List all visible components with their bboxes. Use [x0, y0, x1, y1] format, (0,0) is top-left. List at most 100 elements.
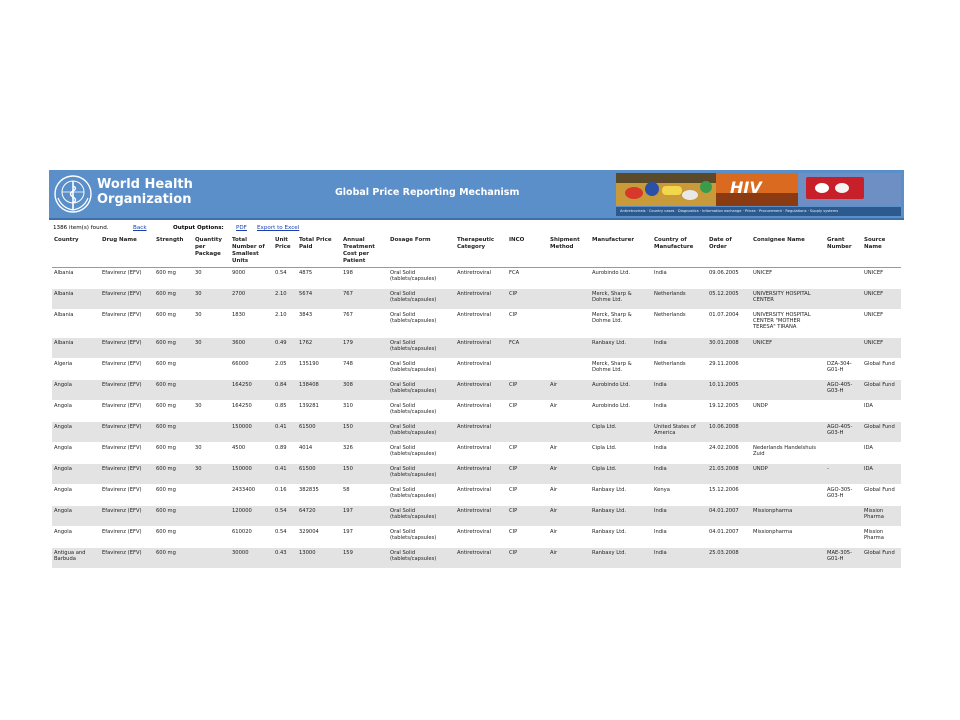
table-cell: CIP: [507, 463, 548, 485]
table-cell: Global Fund: [862, 421, 901, 443]
table-cell: Aurobindo Ltd.: [590, 400, 652, 422]
table-cell: UNICEF: [862, 267, 901, 289]
org-name: World Health Organization: [97, 177, 193, 207]
table-cell: Oral Solid (tablets/capsules): [388, 379, 455, 401]
table-cell: 120000: [230, 505, 273, 527]
table-cell: Antiretroviral: [455, 288, 507, 310]
table-cell: 0.43: [273, 547, 297, 569]
price-table: Country Drug Name Strength Quantity per …: [52, 236, 901, 569]
col-header: Dosage Form: [388, 236, 455, 268]
section-nav-strip[interactable]: Antiretrovirals · Country cases · Diagno…: [616, 207, 901, 216]
table-cell: Antiretroviral: [455, 505, 507, 527]
table-cell: 197: [341, 526, 388, 548]
table-cell: Antiretroviral: [455, 484, 507, 506]
table-header-row: Country Drug Name Strength Quantity per …: [52, 236, 901, 268]
table-cell: 5674: [297, 288, 341, 310]
who-emblem-icon[interactable]: [53, 174, 93, 214]
table-cell: 150: [341, 421, 388, 443]
table-cell: Kenya: [652, 484, 707, 506]
table-cell: 30: [193, 337, 230, 359]
col-header: Shipment Method: [548, 236, 590, 268]
table-cell: [507, 421, 548, 443]
table-cell: Antiretroviral: [455, 267, 507, 289]
svg-text:HIV: HIV: [730, 178, 763, 197]
export-excel-link[interactable]: Export to Excel: [257, 225, 299, 231]
table-cell: [825, 526, 862, 548]
table-cell: 4014: [297, 442, 341, 464]
table-row: Albania Efavirenz (EFV) 600 mg 30 3600 0.49 17…: [52, 337, 901, 359]
medicine-photo: [616, 173, 716, 206]
table-cell: 150000: [230, 421, 273, 443]
table-cell: Global Fund: [862, 547, 901, 569]
table-cell: Angola: [52, 442, 100, 464]
table-cell: 9000: [230, 267, 273, 289]
table-cell: 600 mg: [154, 379, 193, 401]
table-cell: Oral Solid (tablets/capsules): [388, 400, 455, 422]
table-cell: Antiretroviral: [455, 309, 507, 338]
table-row: Angola Efavirenz (EFV) 600 mg 30 4500 0.89 401…: [52, 442, 901, 464]
col-header: Annual Treatment Cost per Patient: [341, 236, 388, 268]
col-header: Country: [52, 236, 100, 268]
col-header: Date of Order: [707, 236, 751, 268]
table-row: Angola Efavirenz (EFV) 600 mg 2433400 0.16 38…: [52, 484, 901, 506]
table-cell: [825, 309, 862, 338]
table-cell: Angola: [52, 463, 100, 485]
table-cell: Oral Solid (tablets/capsules): [388, 505, 455, 527]
table-cell: [751, 547, 825, 569]
table-cell: 600 mg: [154, 442, 193, 464]
table-cell: Air: [548, 463, 590, 485]
table-cell: Air: [548, 484, 590, 506]
table-cell: Efavirenz (EFV): [100, 379, 154, 401]
table-cell: 30: [193, 442, 230, 464]
table-cell: 3843: [297, 309, 341, 338]
table-cell: 767: [341, 309, 388, 338]
table-cell: Efavirenz (EFV): [100, 267, 154, 289]
table-cell: 150: [341, 463, 388, 485]
table-cell: Angola: [52, 421, 100, 443]
table-cell: Global Fund: [862, 358, 901, 380]
table-cell: Antiretroviral: [455, 463, 507, 485]
table-cell: UNICEF: [862, 288, 901, 310]
table-cell: Antiretroviral: [455, 442, 507, 464]
col-header: Drug Name: [100, 236, 154, 268]
col-header: Total Number of Smallest Units: [230, 236, 273, 268]
table-cell: 0.54: [273, 505, 297, 527]
table-cell: UNICEF: [862, 309, 901, 338]
table-cell: Antigua and Barbuda: [52, 547, 100, 569]
table-cell: [548, 358, 590, 380]
table-cell: Angola: [52, 484, 100, 506]
table-row: Albania Efavirenz (EFV) 600 mg 30 1830 2.10 38…: [52, 309, 901, 338]
table-cell: 139281: [297, 400, 341, 422]
table-cell: Global Fund: [862, 379, 901, 401]
table-cell: FCA: [507, 267, 548, 289]
table-cell: Angola: [52, 526, 100, 548]
table-cell: 0.41: [273, 421, 297, 443]
table-cell: 382835: [297, 484, 341, 506]
table-cell: Efavirenz (EFV): [100, 288, 154, 310]
table-cell: 04.01.2007: [707, 505, 751, 527]
table-cell: [193, 505, 230, 527]
table-cell: Ranbaxy Ltd.: [590, 337, 652, 359]
table-cell: Mission Pharma: [862, 505, 901, 527]
table-cell: 748: [341, 358, 388, 380]
table-cell: 600 mg: [154, 547, 193, 569]
table-cell: Antiretroviral: [455, 337, 507, 359]
table-cell: Albania: [52, 288, 100, 310]
table-cell: 600 mg: [154, 421, 193, 443]
table-cell: Merck, Sharp & Dohme Ltd.: [590, 358, 652, 380]
back-link[interactable]: Back: [133, 225, 147, 231]
table-cell: Air: [548, 442, 590, 464]
table-cell: CIP: [507, 400, 548, 422]
table-cell: Oral Solid (tablets/capsules): [388, 484, 455, 506]
table-cell: Antiretroviral: [455, 421, 507, 443]
table-cell: 01.07.2004: [707, 309, 751, 338]
table-cell: 326: [341, 442, 388, 464]
pdf-link[interactable]: PDF: [236, 225, 247, 231]
col-header: Therapeutic Category: [455, 236, 507, 268]
table-cell: 329004: [297, 526, 341, 548]
table-cell: 767: [341, 288, 388, 310]
table-cell: [751, 484, 825, 506]
table-cell: India: [652, 547, 707, 569]
table-cell: 600 mg: [154, 337, 193, 359]
pills-photo: [798, 173, 901, 206]
